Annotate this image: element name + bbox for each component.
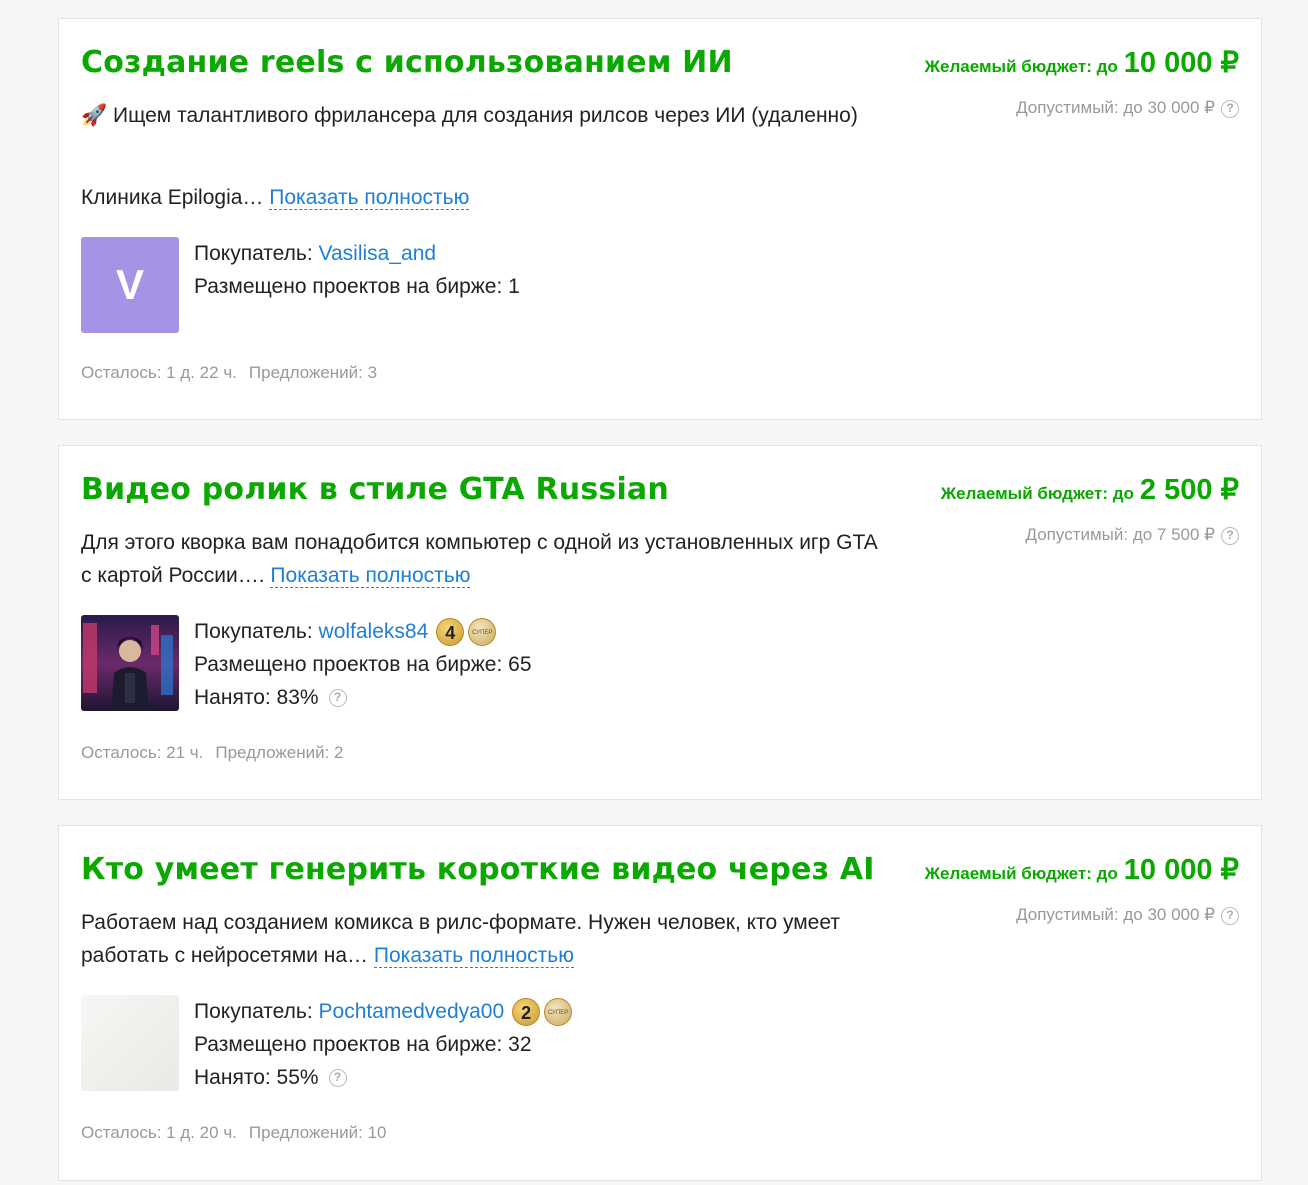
buyer-label: Покупатель: <box>194 620 313 643</box>
allowed-budget-text: Допустимый: до 7 500 ₽ <box>1025 525 1215 544</box>
time-left: Осталось: 1 д. 20 ч. <box>81 1123 237 1142</box>
buyer-label: Покупатель: <box>194 1000 313 1023</box>
avatar-letter: V <box>115 261 144 308</box>
offers-count: Предложений: 10 <box>248 1123 387 1142</box>
project-title-link[interactable]: Кто умеет генерить короткие видео через … <box>81 852 875 887</box>
project-meta: Осталось: 21 ч. Предложений: 2 <box>81 743 344 763</box>
help-icon[interactable]: ? <box>1221 906 1239 925</box>
avatar[interactable] <box>81 995 179 1091</box>
level-badge-icon[interactable]: 2 <box>512 998 541 1027</box>
buyer-info: Покупатель: Vasilisa_and Размещено проек… <box>194 237 520 303</box>
budget-amount: 10 000 ₽ <box>1123 47 1239 79</box>
avatar[interactable]: V <box>81 237 179 333</box>
help-icon[interactable]: ? <box>328 689 347 708</box>
buyer-info: Покупатель: Pochtamedvedya00 2 СУПЕР Разме… <box>194 995 573 1094</box>
allowed-budget: Допустимый: до 7 500 ₽? <box>1026 524 1239 546</box>
super-badge-icon[interactable]: СУПЕР <box>468 618 497 647</box>
avatar[interactable] <box>81 615 179 711</box>
description-text: 🚀 Ищем талантливого фрилансера для созда… <box>81 104 858 127</box>
buyer-name-link[interactable]: wolfaleks84 <box>319 620 429 643</box>
allowed-budget-text: Допустимый: до 30 000 ₽ <box>1016 905 1215 924</box>
projects-posted: Размещено проектов на бирже: 32 <box>194 1033 532 1056</box>
buyer-name-link[interactable]: Vasilisa_and <box>319 242 437 265</box>
project-meta: Осталось: 1 д. 22 ч. Предложений: 3 <box>81 363 377 383</box>
project-card: Кто умеет генерить короткие видео через … <box>58 825 1262 1181</box>
project-description-continued: Клиника Epilogia… Показать полностью <box>81 181 881 214</box>
show-more-link[interactable]: Показать полностью <box>373 944 574 968</box>
description-text: Клиника Epilogia… <box>81 186 264 209</box>
project-card: Видео ролик в стиле GTA Russian Желаемый… <box>58 445 1262 800</box>
hired-rate: Нанято: 83% <box>194 686 319 709</box>
project-description: 🚀 Ищем талантливого фрилансера для созда… <box>81 99 881 132</box>
level-badge-icon[interactable]: 4 <box>436 618 465 647</box>
project-description: Работаем над созданием комикса в рилс-фо… <box>81 906 881 972</box>
avatar-image <box>81 995 179 1091</box>
desired-budget: Желаемый бюджет: до 10 000 ₽ <box>925 852 1239 887</box>
budget-label: Желаемый бюджет: до <box>940 484 1134 503</box>
budget-label: Желаемый бюджет: до <box>924 57 1118 76</box>
show-more-link[interactable]: Показать полностью <box>269 186 470 210</box>
help-icon[interactable]: ? <box>1221 526 1239 545</box>
hired-rate: Нанято: 55% <box>194 1066 319 1089</box>
budget-label: Желаемый бюджет: до <box>924 864 1118 883</box>
time-left: Осталось: 1 д. 22 ч. <box>81 363 237 382</box>
project-title-link[interactable]: Видео ролик в стиле GTA Russian <box>81 472 669 507</box>
time-left: Осталось: 21 ч. <box>81 743 204 762</box>
projects-posted: Размещено проектов на бирже: 1 <box>194 275 520 298</box>
desired-budget: Желаемый бюджет: до 2 500 ₽ <box>941 472 1239 507</box>
desired-budget: Желаемый бюджет: до 10 000 ₽ <box>925 45 1239 80</box>
offers-count: Предложений: 2 <box>215 743 344 762</box>
help-icon[interactable]: ? <box>328 1069 347 1088</box>
super-badge-icon[interactable]: СУПЕР <box>544 998 573 1027</box>
avatar-image <box>81 615 179 711</box>
show-more-link[interactable]: Показать полностью <box>270 564 471 588</box>
buyer-info: Покупатель: wolfaleks84 4 СУПЕР Размещено … <box>194 615 532 714</box>
allowed-budget-text: Допустимый: до 30 000 ₽ <box>1016 98 1215 117</box>
project-card: Создание reels с использованием ИИ Желае… <box>58 18 1262 420</box>
allowed-budget: Допустимый: до 30 000 ₽? <box>1016 97 1239 119</box>
help-icon[interactable]: ? <box>1221 99 1239 118</box>
project-meta: Осталось: 1 д. 20 ч. Предложений: 10 <box>81 1123 387 1143</box>
allowed-budget: Допустимый: до 30 000 ₽? <box>1016 904 1239 926</box>
buyer-label: Покупатель: <box>194 242 313 265</box>
projects-posted: Размещено проектов на бирже: 65 <box>194 653 532 676</box>
budget-amount: 2 500 ₽ <box>1139 474 1239 506</box>
project-description: Для этого кворка вам понадобится компьют… <box>81 526 881 592</box>
offers-count: Предложений: 3 <box>248 363 378 382</box>
budget-amount: 10 000 ₽ <box>1123 854 1239 886</box>
project-title-link[interactable]: Создание reels с использованием ИИ <box>81 45 733 80</box>
description-text: Для этого кворка вам понадобится компьют… <box>81 531 877 587</box>
buyer-name-link[interactable]: Pochtamedvedya00 <box>319 1000 505 1023</box>
